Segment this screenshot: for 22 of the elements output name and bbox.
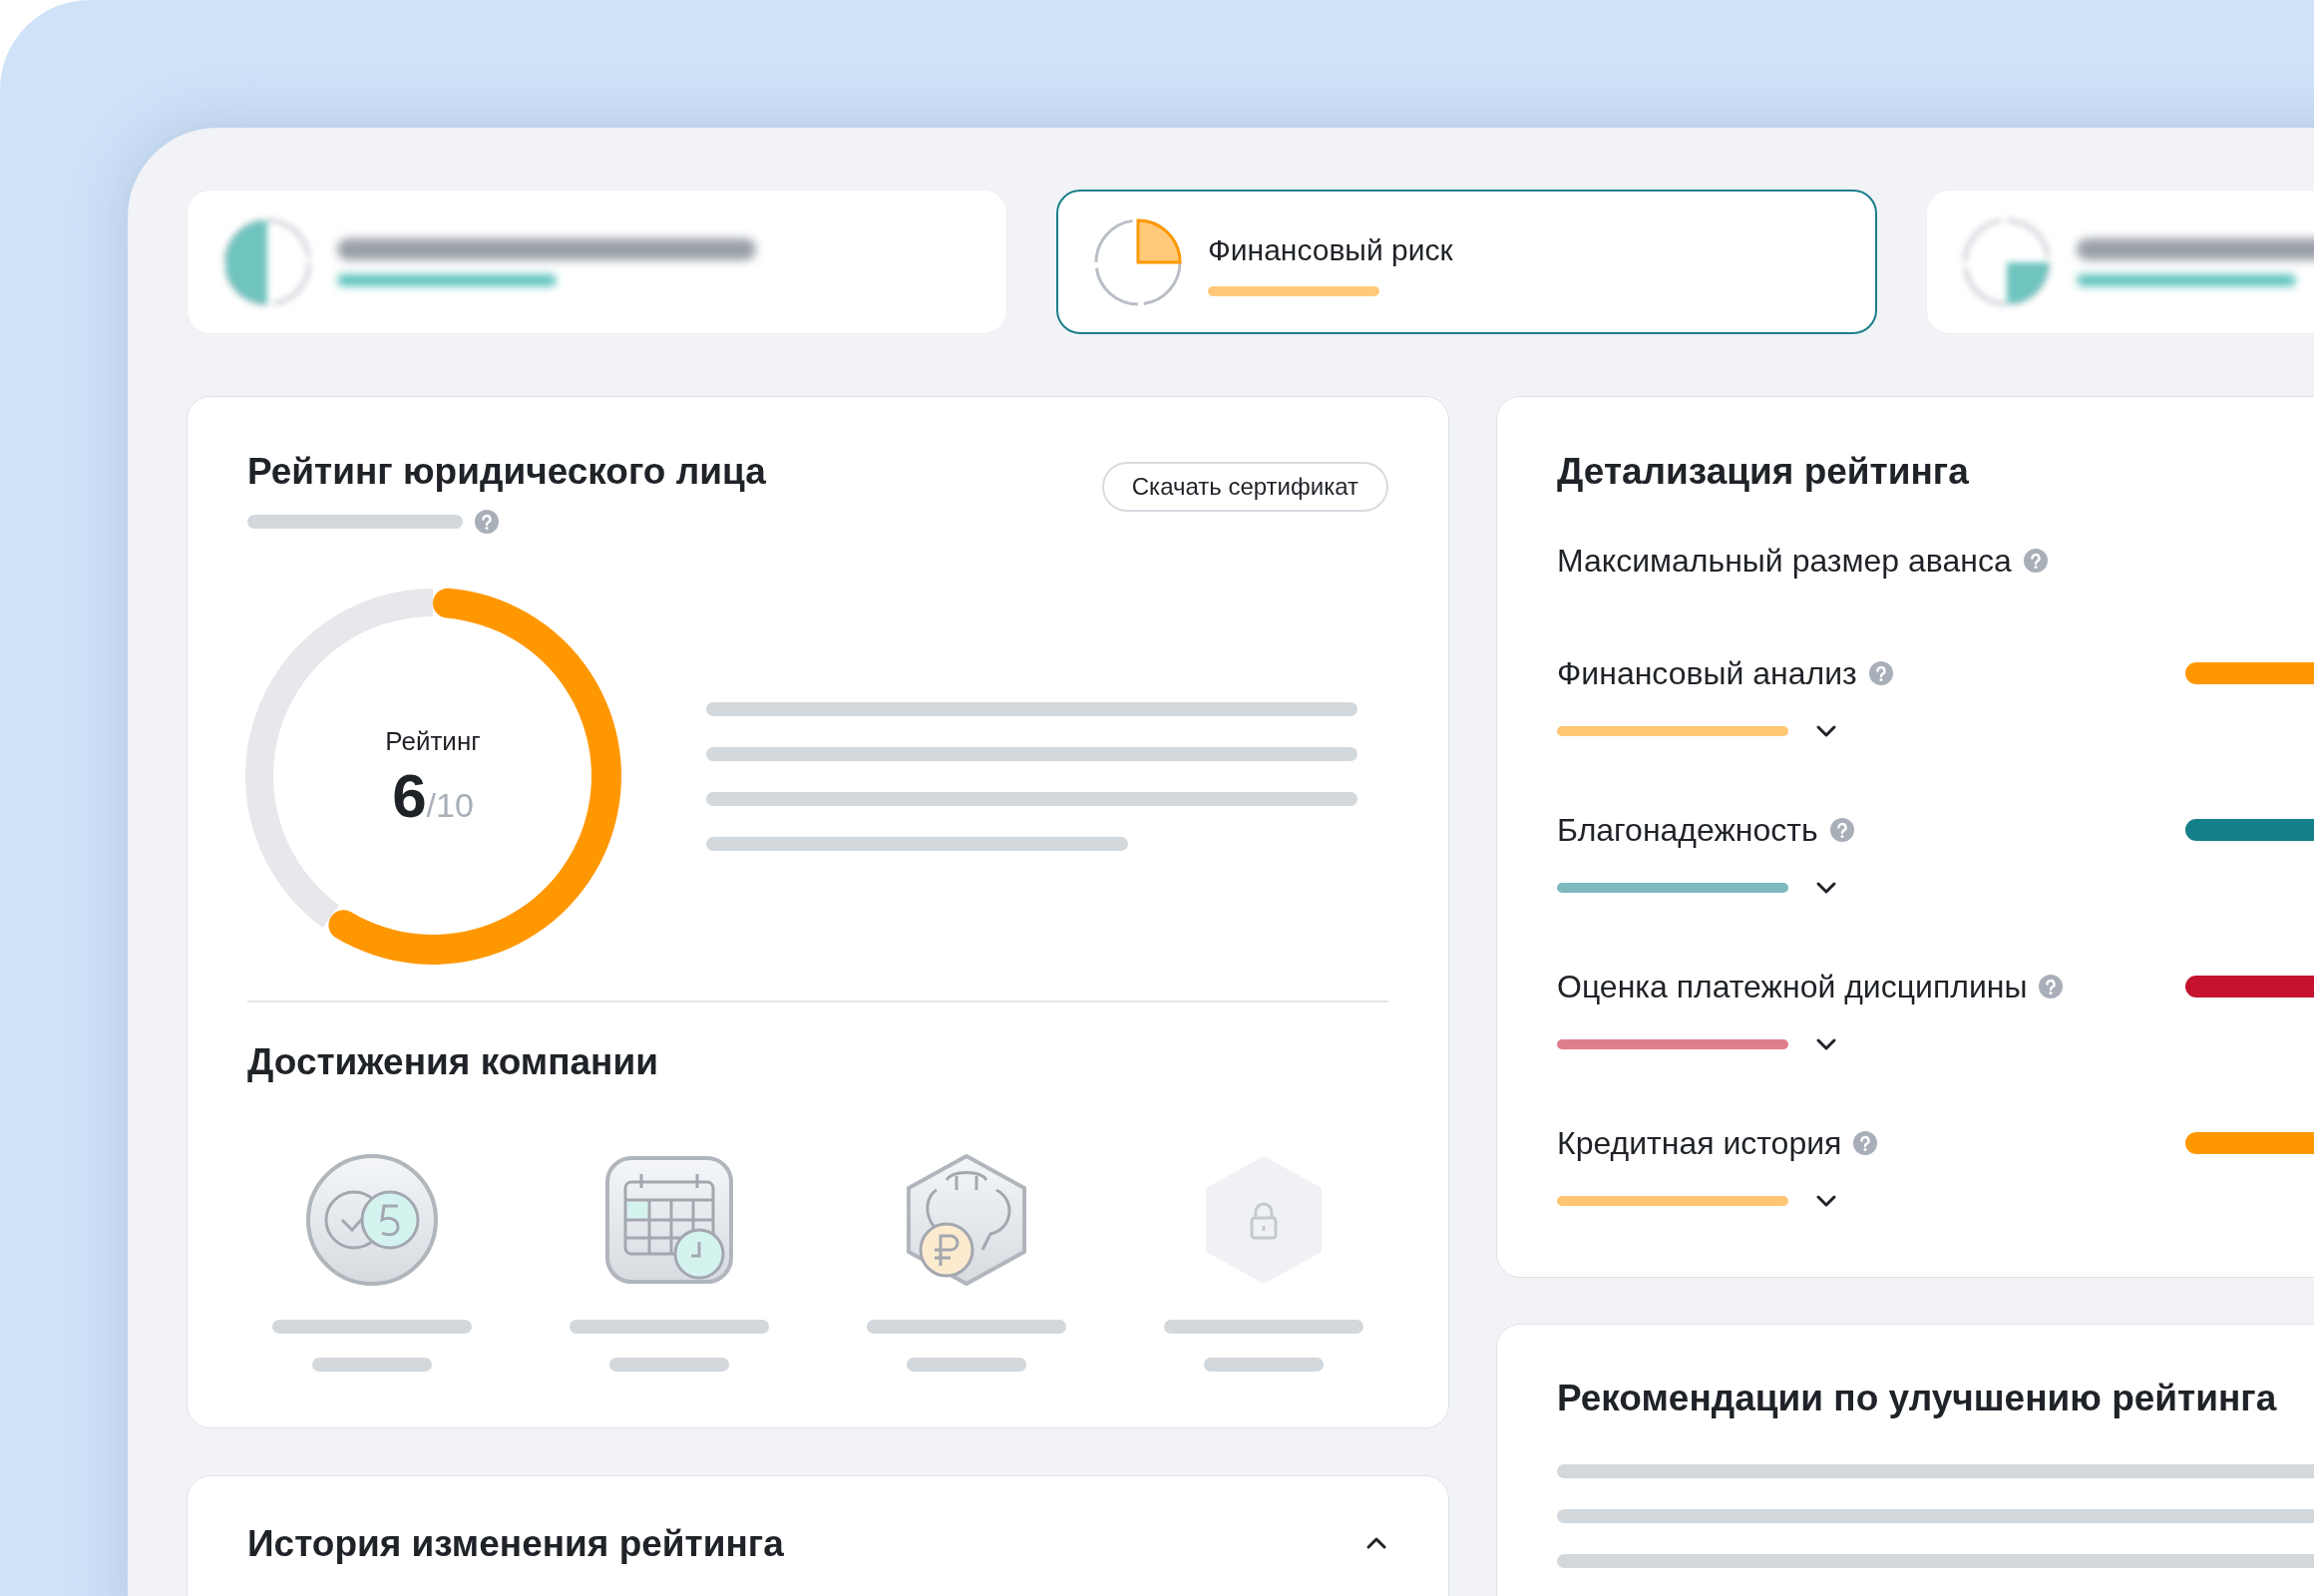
- help-icon: [2023, 549, 2048, 573]
- metric-label: Благонадежность: [1557, 811, 1818, 850]
- help-icon: [2039, 975, 2064, 998]
- help-icon: [1829, 818, 1854, 842]
- metric-label: Оценка платежной дисциплины: [1557, 968, 2028, 1006]
- metric-label: Кредитная история: [1557, 1124, 1842, 1163]
- help-icon: [1853, 1131, 1878, 1155]
- metric-label: Финансовый анализ: [1557, 654, 1857, 693]
- help-icon: [475, 510, 499, 534]
- rating-label: Рейтинг: [385, 724, 481, 758]
- risk-title: Финансовый риск: [1208, 232, 1453, 268]
- download-certificate-button[interactable]: Скачать сертификат: [1101, 462, 1388, 512]
- section-title: Достижения компании: [247, 1040, 659, 1084]
- rating-max: /10: [426, 785, 474, 826]
- risk-card[interactable]: Финансовый риск: [1056, 190, 1877, 334]
- help-icon: [1868, 661, 1893, 685]
- card-title: Рейтинг юридического лица: [247, 450, 766, 494]
- section-title: История изменения рейтинга: [247, 1522, 784, 1566]
- card-title: Рекомендации по улучшению рейтинга: [1557, 1377, 2278, 1420]
- rating-score: 6: [392, 760, 427, 831]
- card-title: Детализация рейтинга: [1557, 450, 1970, 494]
- metric-label: Максимальный размер аванса: [1557, 542, 2012, 581]
